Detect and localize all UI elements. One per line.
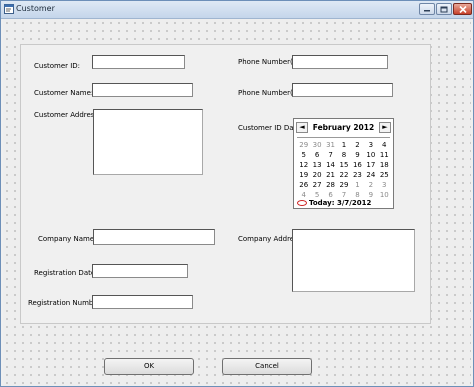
registration-number-input[interactable]	[92, 295, 193, 309]
arrow-right-icon: ►	[382, 123, 388, 131]
phone-m-input[interactable]	[292, 83, 393, 97]
calendar-month-title[interactable]: February 2012	[312, 123, 375, 132]
calendar-day[interactable]: 11	[378, 150, 391, 160]
calendar-day[interactable]: 3	[364, 140, 377, 150]
calendar-day[interactable]: 10	[364, 150, 377, 160]
calendar-day[interactable]: 15	[337, 160, 350, 170]
close-icon	[454, 6, 471, 13]
minimize-icon	[420, 6, 434, 12]
previous-month-button[interactable]: ◄	[296, 122, 308, 133]
calendar-day[interactable]: 22	[337, 170, 350, 180]
calendar-day[interactable]: 2	[364, 180, 377, 190]
calendar-day[interactable]: 24	[364, 170, 377, 180]
calendar-day[interactable]: 26	[297, 180, 310, 190]
calendar-day[interactable]: 23	[351, 170, 364, 180]
customer-id-label: Customer ID:	[34, 62, 81, 70]
calendar-day[interactable]: 31	[324, 140, 337, 150]
customer-id-date-calendar[interactable]: ◄ February 2012 ► 29 30 31 1 2 3 4 5 6 7 8 9 10 11 12 1…	[293, 118, 394, 209]
calendar-day[interactable]: 4	[378, 140, 391, 150]
form-icon[interactable]	[4, 4, 14, 14]
calendar-day[interactable]: 3	[378, 180, 391, 190]
calendar-day[interactable]: 14	[324, 160, 337, 170]
calendar-divider	[297, 137, 390, 138]
calendar-day-grid: 29 30 31 1 2 3 4 5 6 7 8 9 10 11 12 13 14 15 16 17 18 19 20 21 2…	[297, 140, 391, 200]
calendar-day[interactable]: 8	[337, 150, 350, 160]
calendar-day[interactable]: 29	[337, 180, 350, 190]
calendar-day[interactable]: 1	[337, 140, 350, 150]
calendar-day[interactable]: 29	[297, 140, 310, 150]
title-bar[interactable]: Customer	[1, 1, 473, 19]
calendar-day[interactable]: 2	[351, 140, 364, 150]
cancel-button[interactable]: Cancel	[222, 358, 312, 375]
calendar-day[interactable]: 9	[351, 150, 364, 160]
minimize-button[interactable]	[419, 3, 435, 15]
calendar-day[interactable]: 5	[297, 150, 310, 160]
arrow-left-icon: ◄	[299, 123, 305, 131]
calendar-day[interactable]: 19	[297, 170, 310, 180]
today-circle-icon	[297, 200, 307, 206]
company-name-label: Company Name:	[38, 235, 97, 243]
calendar-day[interactable]: 21	[324, 170, 337, 180]
calendar-day[interactable]: 10	[378, 190, 391, 200]
registration-date-label: Registration Date:	[34, 269, 98, 277]
maximize-icon	[437, 6, 451, 13]
company-address-textarea[interactable]	[292, 229, 415, 292]
company-name-input[interactable]	[93, 229, 215, 245]
customer-window: Customer Customer ID: Customer Name: Cus…	[0, 0, 474, 387]
calendar-day[interactable]: 12	[297, 160, 310, 170]
close-button[interactable]	[453, 3, 472, 15]
customer-id-input[interactable]	[92, 55, 185, 69]
customer-address-textarea[interactable]	[93, 109, 203, 175]
customer-name-label: Customer Name:	[34, 89, 94, 97]
calendar-day[interactable]: 18	[378, 160, 391, 170]
calendar-header: ◄ February 2012 ►	[296, 122, 391, 134]
calendar-day[interactable]: 28	[324, 180, 337, 190]
next-month-button[interactable]: ►	[379, 122, 391, 133]
calendar-day[interactable]: 16	[351, 160, 364, 170]
calendar-today-link[interactable]: Today: 3/7/2012	[297, 199, 371, 207]
phone-r-input[interactable]	[292, 55, 388, 69]
calendar-day[interactable]: 13	[310, 160, 323, 170]
maximize-button[interactable]	[436, 3, 452, 15]
calendar-day[interactable]: 30	[310, 140, 323, 150]
calendar-day[interactable]: 6	[310, 150, 323, 160]
registration-date-input[interactable]	[92, 264, 188, 278]
customer-name-input[interactable]	[92, 83, 193, 97]
calendar-day[interactable]: 17	[364, 160, 377, 170]
calendar-day[interactable]: 25	[378, 170, 391, 180]
ok-button[interactable]: OK	[104, 358, 194, 375]
calendar-today-label: Today: 3/7/2012	[309, 199, 372, 207]
customer-address-label: Customer Address:	[34, 111, 101, 119]
calendar-day[interactable]: 7	[324, 150, 337, 160]
calendar-day[interactable]: 1	[351, 180, 364, 190]
calendar-day[interactable]: 27	[310, 180, 323, 190]
window-title: Customer	[16, 4, 55, 13]
calendar-day[interactable]: 20	[310, 170, 323, 180]
